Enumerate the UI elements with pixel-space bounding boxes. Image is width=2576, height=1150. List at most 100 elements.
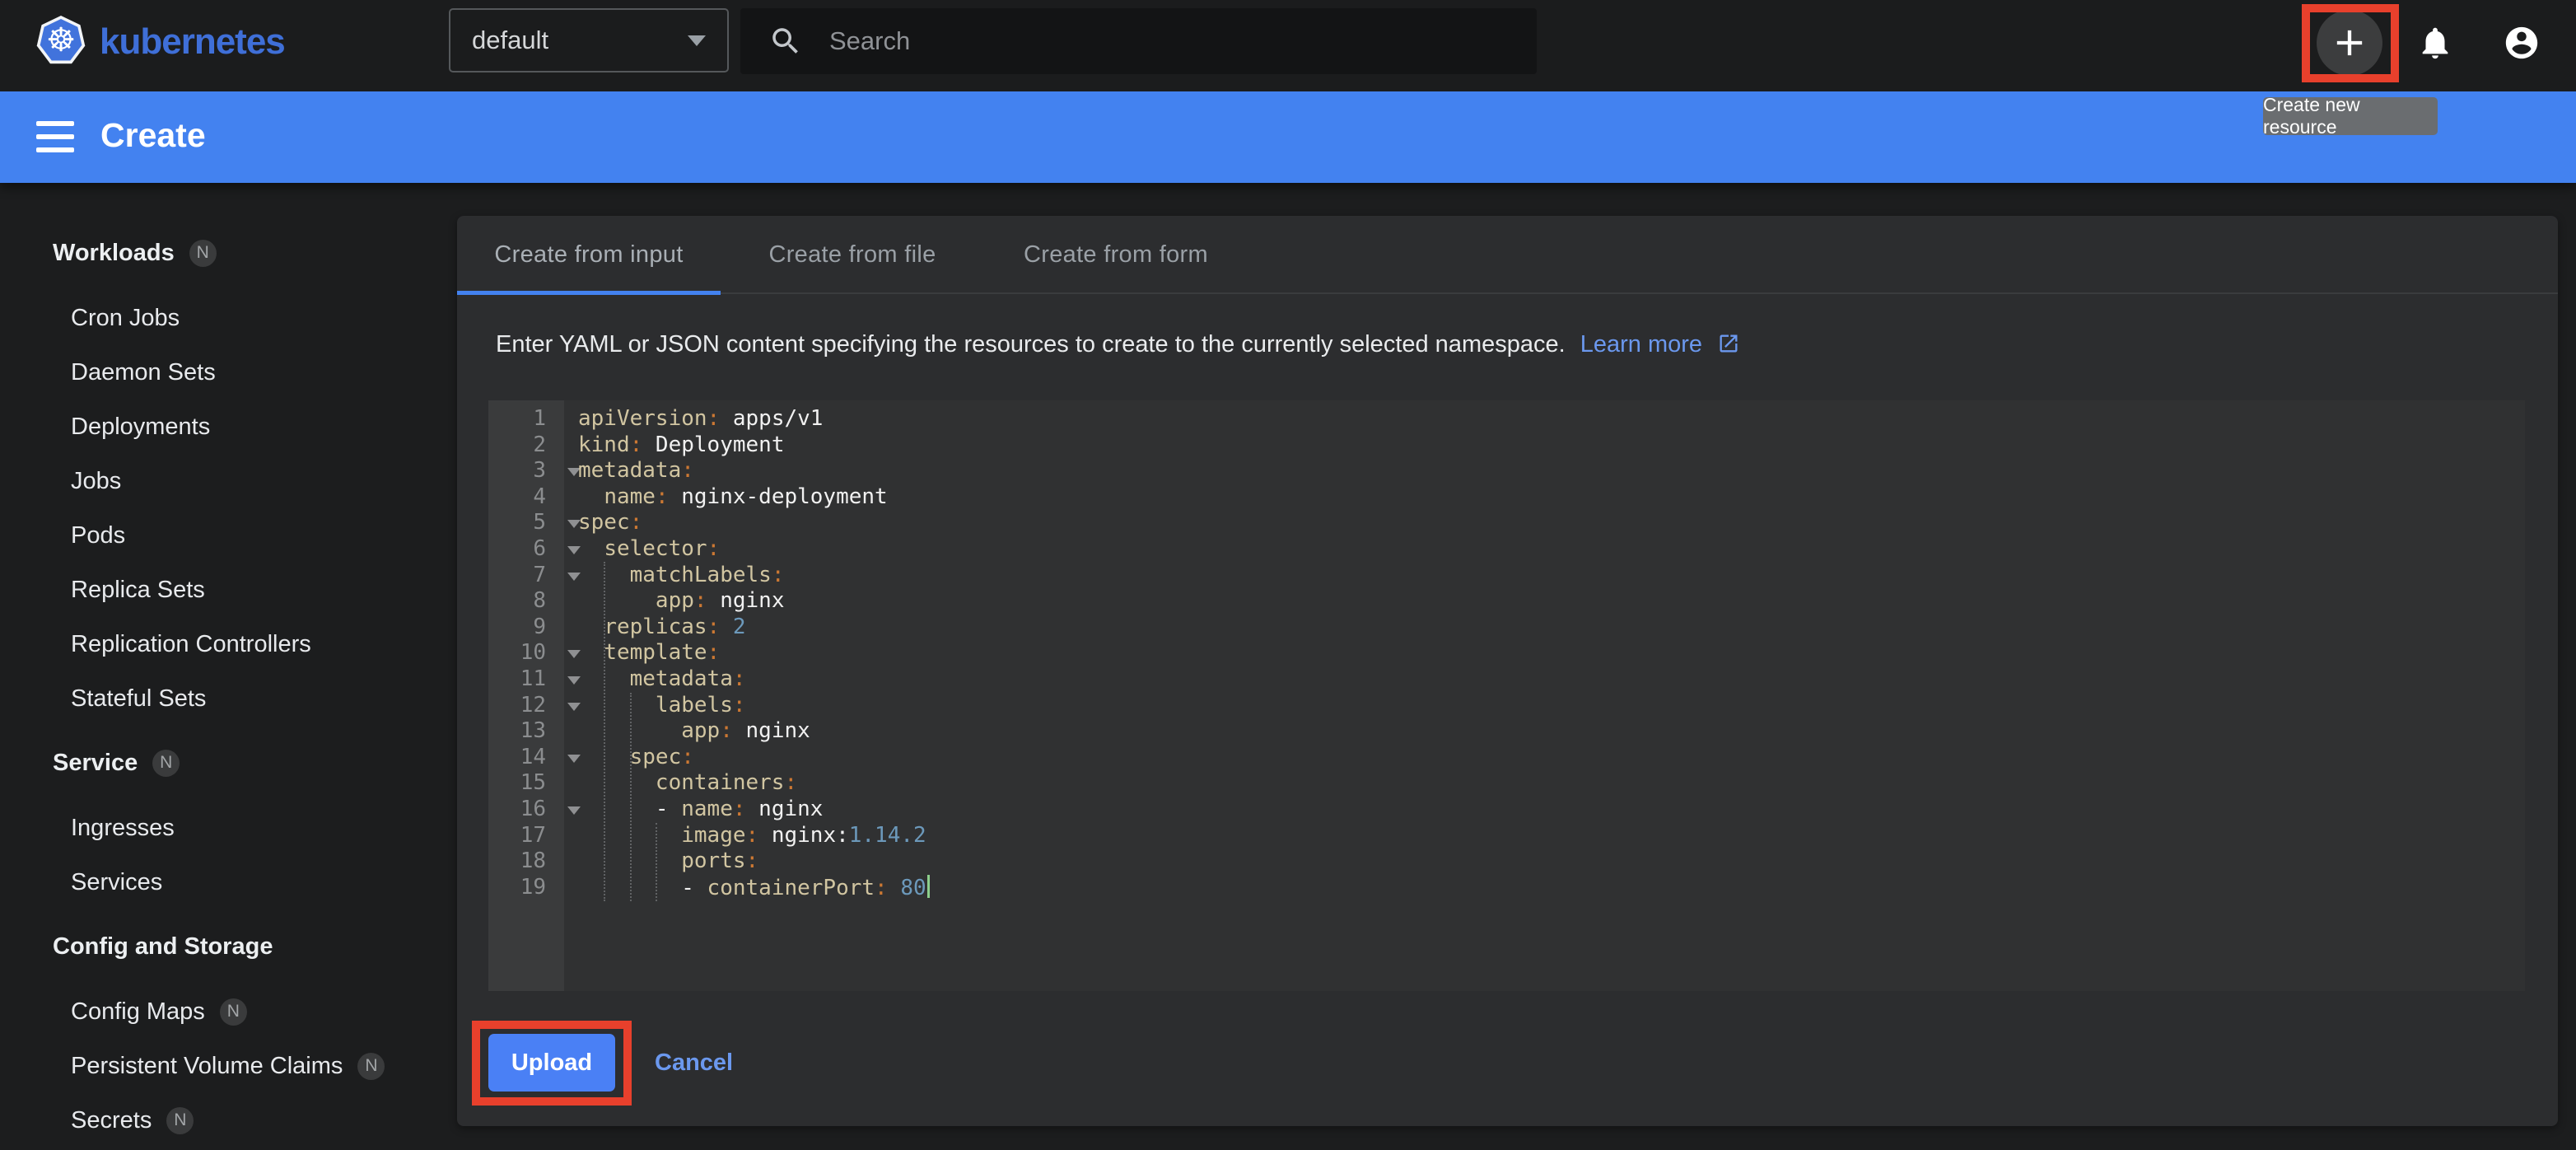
sidebar-section-config-and-storage[interactable]: Config and Storage (0, 919, 457, 974)
gutter-line-9: 9 (488, 615, 564, 641)
code-line-18: ports: (578, 848, 2525, 875)
sidebar-item-replication-controllers[interactable]: Replication Controllers (0, 617, 457, 671)
sidebar-item-label: Pods (71, 522, 125, 549)
sidebar-item-services[interactable]: Services (0, 855, 457, 909)
menu-bar (36, 134, 74, 139)
tab-divider (457, 292, 2558, 294)
gutter-line-17: 17 (488, 823, 564, 849)
code-line-17: image: nginx:1.14.2 (578, 823, 2525, 849)
sidebar-item-ingresses[interactable]: Ingresses (0, 801, 457, 855)
top-bar: ☸ kubernetes default (0, 0, 2576, 91)
instruction-text: Enter YAML or JSON content specifying th… (496, 331, 1740, 362)
sidebar-item-jobs[interactable]: Jobs (0, 454, 457, 508)
kubernetes-helm-wheel-icon: ☸ (40, 19, 82, 62)
kubernetes-logo-text[interactable]: kubernetes (100, 21, 285, 63)
tab-bar: Create from inputCreate from fileCreate … (457, 216, 1248, 294)
menu-bar (36, 121, 74, 126)
sidebar-item-label: Replication Controllers (71, 631, 311, 658)
learn-more-link[interactable]: Learn more (1580, 331, 1702, 358)
indent-guide (604, 562, 605, 901)
gutter-line-15: 15 (488, 770, 564, 797)
indent-guide (630, 693, 632, 901)
code-line-9: replicas: 2 (578, 615, 2525, 641)
namespaced-badge: N (166, 1107, 194, 1134)
sidebar: WorkloadsN Cron Jobs Daemon Sets Deployment… (0, 183, 457, 1150)
external-link-icon[interactable] (1717, 332, 1740, 362)
sidebar-item-label: Stateful Sets (71, 685, 206, 713)
menu-bar (36, 147, 74, 152)
gutter-line-2: 2 (488, 432, 564, 459)
tab-create-from-input[interactable]: Create from input (457, 216, 721, 294)
code-line-16: - name: nginx (578, 797, 2525, 823)
sidebar-item-label: Jobs (71, 468, 121, 495)
sidebar-item-secrets[interactable]: Secrets N (0, 1093, 457, 1148)
sidebar-section-label: Service (53, 750, 138, 777)
notifications-button[interactable] (2416, 24, 2454, 62)
plus-icon (2328, 21, 2371, 64)
sidebar-item-label: Daemon Sets (71, 359, 216, 386)
cancel-button[interactable]: Cancel (655, 1034, 733, 1092)
code-line-8: app: nginx (578, 588, 2525, 615)
gutter-line-10: 10 (488, 640, 564, 666)
sidebar-item-label: Config Maps (71, 998, 205, 1026)
upload-button[interactable]: Upload (488, 1034, 615, 1092)
namespaced-badge: N (357, 1053, 385, 1080)
yaml-editor[interactable]: 12345678910111213141516171819 apiVersion… (488, 400, 2525, 991)
kubernetes-logo-icon[interactable]: ☸ (36, 16, 86, 65)
instruction-body: Enter YAML or JSON content specifying th… (496, 331, 1566, 358)
gutter-line-18: 18 (488, 848, 564, 875)
gutter-line-14: 14 (488, 745, 564, 771)
code-line-3: metadata: (578, 458, 2525, 484)
tab-create-from-form[interactable]: Create from form (984, 216, 1248, 294)
search-icon (768, 24, 803, 58)
create-new-resource-button[interactable] (2317, 10, 2382, 76)
gutter-line-13: 13 (488, 718, 564, 745)
sidebar-section-workloads[interactable]: WorkloadsN (0, 226, 457, 280)
code-line-11: metadata: (578, 666, 2525, 693)
sidebar-item-deployments[interactable]: Deployments (0, 400, 457, 454)
sidebar-item-daemon-sets[interactable]: Daemon Sets (0, 345, 457, 400)
account-button[interactable] (2503, 24, 2541, 62)
gutter-line-6: 6 (488, 536, 564, 563)
create-card: Create from inputCreate from fileCreate … (457, 216, 2558, 1126)
namespaced-badge: N (152, 750, 180, 777)
namespace-selected-value: default (472, 26, 548, 55)
editor-code-area[interactable]: apiVersion: apps/v1kind: Deploymentmetad… (564, 400, 2525, 991)
gutter-line-3: 3 (488, 458, 564, 484)
namespace-selector[interactable]: default (449, 8, 729, 72)
search-bar[interactable] (740, 8, 1537, 74)
sidebar-section-label: Config and Storage (53, 933, 273, 961)
code-line-1: apiVersion: apps/v1 (578, 406, 2525, 432)
sidebar-item-label: Secrets (71, 1107, 152, 1134)
sidebar-section-service[interactable]: Service N (0, 736, 457, 790)
tab-create-from-file[interactable]: Create from file (721, 216, 984, 294)
search-input[interactable] (828, 26, 1490, 57)
gutter-line-19: 19 (488, 875, 564, 901)
gutter-line-16: 16 (488, 797, 564, 823)
code-line-4: name: nginx-deployment (578, 484, 2525, 511)
sidebar-item-label: Ingresses (71, 815, 175, 842)
sidebar-item-config-maps[interactable]: Config MapsN (0, 984, 457, 1039)
bell-icon (2416, 24, 2454, 62)
sidebar-item-pods[interactable]: Pods (0, 508, 457, 563)
menu-button[interactable] (36, 121, 74, 152)
sidebar-item-label: Deployments (71, 414, 210, 441)
indent-guide (656, 823, 657, 901)
gutter-line-11: 11 (488, 666, 564, 693)
sidebar-item-cron-jobs[interactable]: Cron Jobs (0, 291, 457, 345)
chevron-down-icon (688, 35, 706, 46)
code-line-6: selector: (578, 536, 2525, 563)
code-line-5: spec: (578, 510, 2525, 536)
gutter-line-7: 7 (488, 563, 564, 589)
account-circle-icon (2503, 24, 2541, 62)
editor-gutter: 12345678910111213141516171819 (488, 400, 564, 991)
sidebar-item-replica-sets[interactable]: Replica Sets (0, 563, 457, 617)
tooltip-create-new-resource: Create new resource (2263, 97, 2438, 135)
sidebar-item-persistent-volume-claims[interactable]: Persistent Volume ClaimsN (0, 1039, 457, 1093)
code-line-2: kind: Deployment (578, 432, 2525, 459)
sidebar-item-label: Replica Sets (71, 577, 205, 604)
code-line-13: app: nginx (578, 718, 2525, 745)
sidebar-item-stateful-sets[interactable]: Stateful Sets (0, 671, 457, 726)
sidebar-item-label: Services (71, 869, 162, 896)
code-line-7: matchLabels: (578, 563, 2525, 589)
